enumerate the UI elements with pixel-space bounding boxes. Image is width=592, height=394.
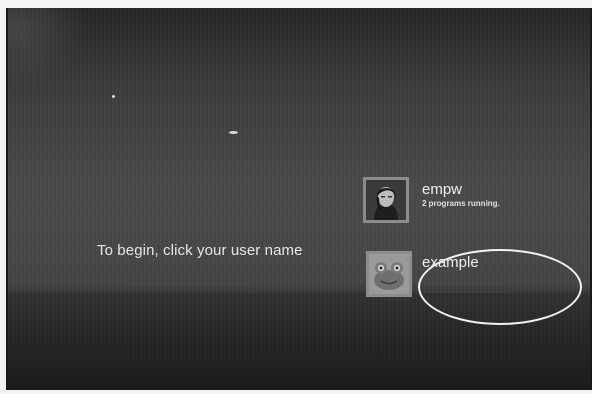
background-lower-band (8, 293, 590, 390)
screen-speck (229, 131, 238, 134)
screen-speck (112, 95, 115, 98)
user-account-example[interactable]: example (366, 251, 479, 297)
user-avatar-example[interactable] (366, 251, 412, 297)
person-photo-icon (366, 180, 406, 220)
user-status-empw: 2 programs running. (422, 199, 500, 208)
background-glow (8, 8, 88, 88)
user-avatar-empw[interactable] (363, 177, 409, 223)
user-account-empw[interactable]: empw 2 programs running. (363, 177, 500, 223)
login-instruction: To begin, click your user name (97, 242, 303, 259)
user-name-empw[interactable]: empw (422, 182, 500, 198)
frog-icon (369, 254, 409, 294)
page-frame: To begin, click your user name empw 2 pr… (0, 0, 592, 394)
user-name-example[interactable]: example (422, 255, 479, 271)
welcome-screen: To begin, click your user name (6, 8, 592, 390)
